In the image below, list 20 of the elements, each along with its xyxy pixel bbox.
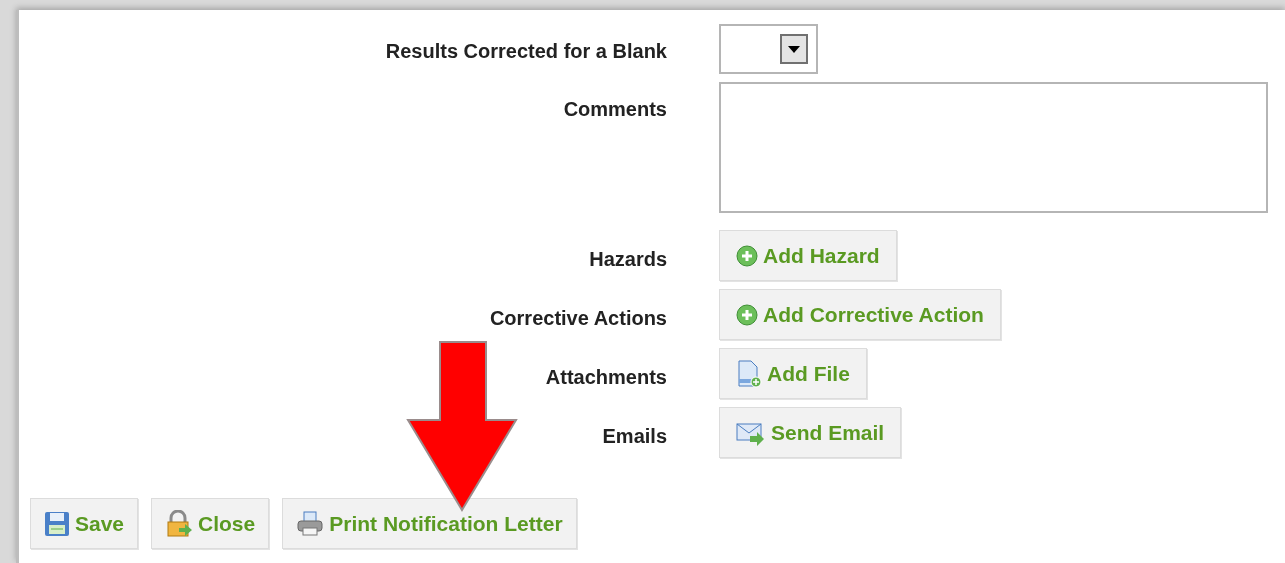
action-button[interactable]: Add File: [719, 348, 867, 399]
action-button[interactable]: Add Corrective Action: [719, 289, 1001, 340]
action-button[interactable]: Add Hazard: [719, 230, 897, 281]
dropdown[interactable]: [719, 24, 818, 74]
action-button[interactable]: Save: [30, 498, 139, 549]
action-button[interactable]: Print Notification Letter: [282, 498, 577, 549]
field-label: Attachments: [544, 365, 667, 390]
field-label: Corrective Actions: [488, 306, 667, 331]
comments-field[interactable]: [719, 82, 1268, 213]
plus-circle-icon: [736, 244, 758, 267]
printer-icon: [296, 510, 325, 537]
field-label: Hazards: [588, 247, 667, 272]
action-button[interactable]: Close: [151, 498, 270, 549]
plus-circle-icon: [736, 303, 758, 326]
document-plus-icon: [736, 359, 762, 388]
field-label: Results Corrected for a Blank: [384, 39, 667, 64]
field-label: Comments: [562, 97, 667, 122]
padlock-arrow-icon: [165, 509, 194, 538]
action-button[interactable]: Send Email: [719, 407, 902, 458]
field-label: Emails: [601, 424, 667, 449]
